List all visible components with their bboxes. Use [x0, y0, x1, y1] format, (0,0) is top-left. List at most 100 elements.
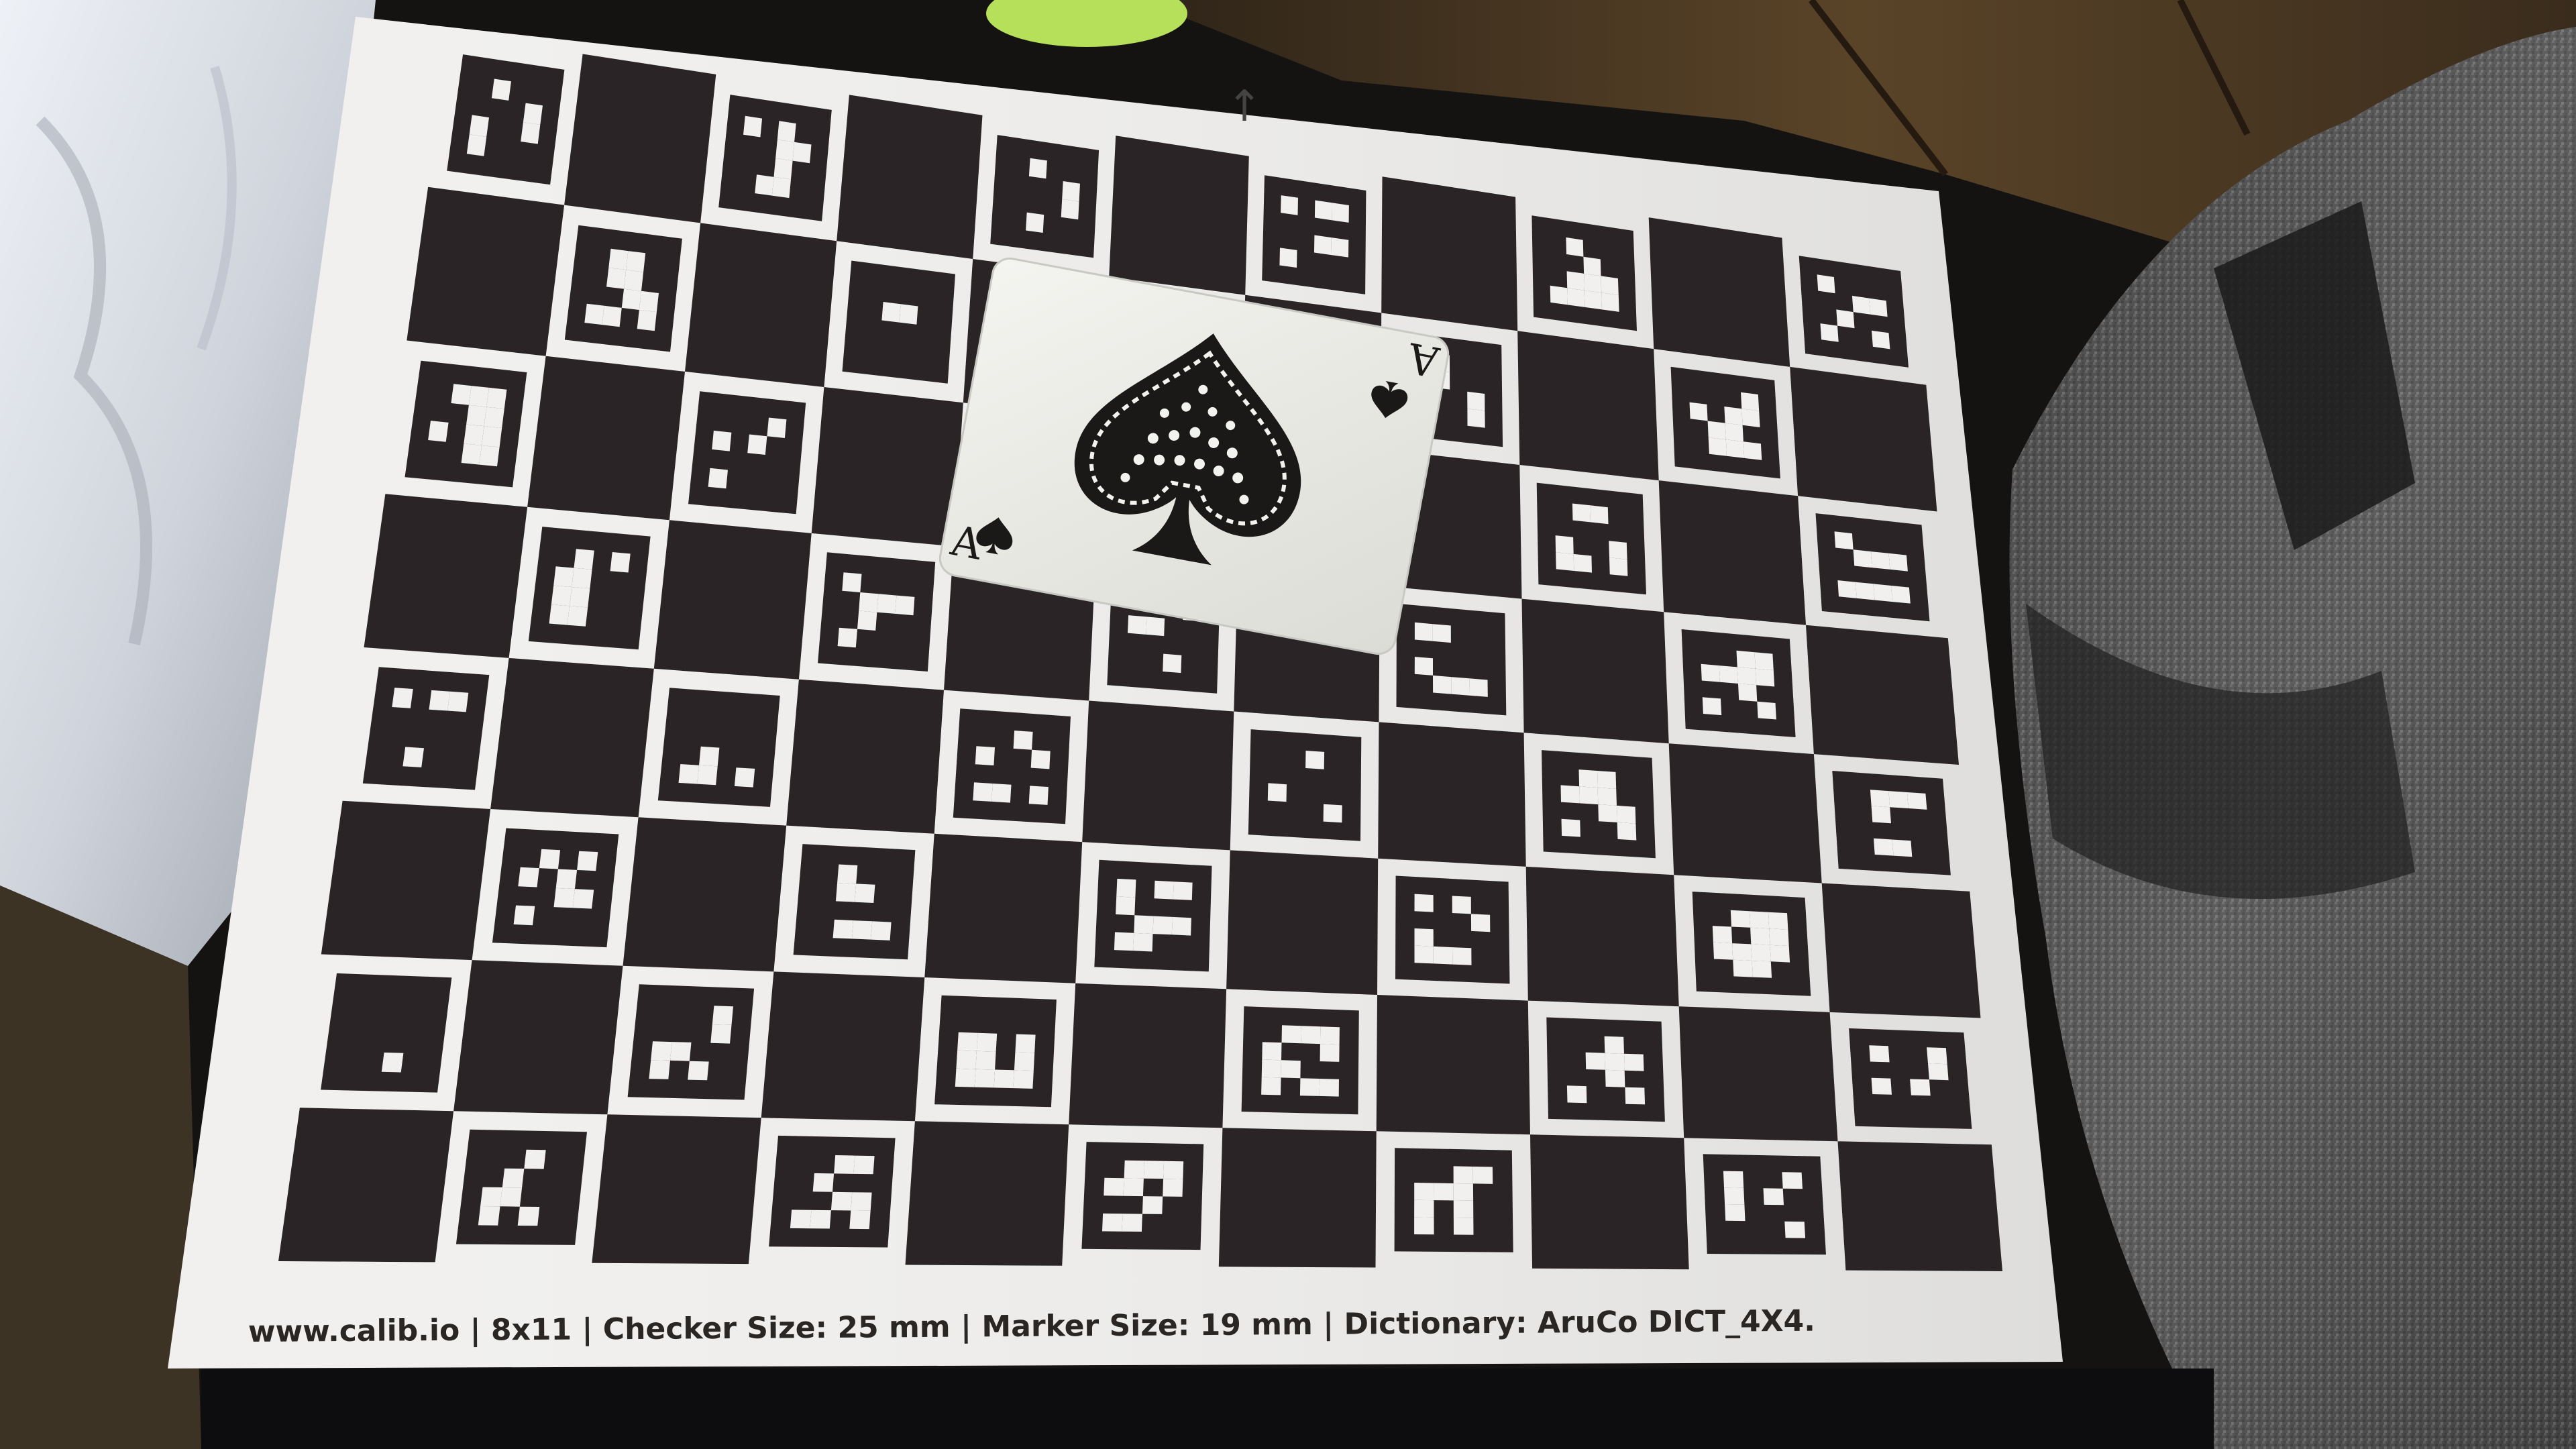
checker-square [761, 971, 925, 1122]
aruco-bit [1146, 616, 1165, 637]
photo-canvas: ↑ www.calib.io | 8x11 | Checker Size: 25… [0, 0, 2576, 1449]
aruco-bit [574, 549, 594, 570]
aruco-bit [810, 1210, 831, 1229]
aruco-bit [1154, 880, 1174, 900]
aruco-bit [1784, 1221, 1806, 1238]
aruco-bit [1853, 549, 1872, 568]
aruco-bit [1030, 749, 1051, 769]
aruco-bit [1873, 584, 1893, 602]
aruco-bit [1434, 1183, 1454, 1201]
aruco-bit [464, 424, 484, 445]
aruco-bit [1871, 551, 1890, 570]
checker-square [1218, 1128, 1377, 1268]
aruco-bit [1725, 1204, 1746, 1222]
aruco-bit [1617, 805, 1636, 824]
aruco-bit [1414, 945, 1434, 964]
aruco-bit [626, 251, 646, 272]
aruco-bit [849, 1210, 871, 1230]
aruco-bit [1163, 1161, 1184, 1179]
aruco-bit [859, 592, 879, 612]
aruco-bit [428, 421, 449, 442]
aruco-bit [1026, 212, 1044, 233]
aruco-bit [670, 1042, 692, 1061]
aruco-bit [553, 566, 574, 587]
aruco-bit [1578, 769, 1598, 788]
checker-square [278, 1108, 454, 1263]
aruco-bit [521, 122, 541, 144]
aruco-bit [699, 746, 720, 767]
aruco-bit [1701, 663, 1720, 682]
aruco-marker [1241, 1006, 1359, 1115]
aruco-marker [447, 54, 565, 185]
aruco-bit [1713, 942, 1733, 960]
aruco-bit [678, 764, 699, 784]
aruco-bit [429, 690, 450, 711]
aruco-bit [743, 115, 763, 138]
checker-square [453, 960, 623, 1115]
aruco-bit [1133, 932, 1153, 952]
aruco-bit [1738, 684, 1758, 702]
aruco-bit [790, 1210, 812, 1229]
aruco-bit [1279, 248, 1297, 268]
checker-square [1837, 1141, 2002, 1271]
aruco-bit [1314, 235, 1332, 256]
aruco-bit [1856, 582, 1875, 600]
aruco-bit [1163, 653, 1182, 674]
aruco-bit [1267, 783, 1287, 802]
aruco-bit [1143, 1161, 1165, 1179]
aruco-bit [1015, 1034, 1036, 1053]
aruco-bit [478, 1206, 500, 1226]
aruco-bit [381, 1053, 404, 1073]
aruco-bit [1769, 928, 1789, 947]
aruco-bit [775, 140, 795, 161]
aruco-bit [1299, 1078, 1320, 1096]
aruco-bit [1871, 806, 1891, 824]
checker-square [1790, 366, 1937, 512]
aruco-bit [570, 587, 590, 608]
aruco-bit [1566, 1085, 1587, 1104]
aruco-bit [834, 1155, 855, 1174]
aruco-marker [1832, 771, 1951, 875]
aruco-bit [1152, 916, 1173, 935]
aruco-bit [1123, 1178, 1144, 1197]
aruco-bit [1624, 1053, 1644, 1071]
aruco-bit [1874, 838, 1894, 856]
aruco-bit [1173, 881, 1193, 900]
aruco-bit [1451, 677, 1470, 696]
aruco-bit [871, 921, 892, 941]
checker-square [1648, 217, 1790, 367]
aruco-bit [1261, 1059, 1281, 1078]
aruco-bit [447, 691, 469, 712]
checker-square [364, 494, 528, 658]
aruco-bit [1741, 409, 1760, 427]
aruco-bit [1414, 928, 1434, 947]
aruco-bit [1601, 276, 1619, 295]
aruco-bit [792, 142, 812, 164]
aruco-bit [1752, 961, 1772, 978]
aruco-bit [1414, 894, 1434, 912]
aruco-bit [1820, 323, 1839, 342]
aruco-bit [1566, 271, 1585, 290]
aruco-bit [1320, 1026, 1340, 1045]
aruco-bit [1566, 237, 1584, 257]
aruco-bit [479, 445, 500, 467]
aruco-bit [1869, 1045, 1890, 1063]
aruco-bit [1888, 553, 1908, 572]
aruco-bit [1281, 195, 1298, 215]
aruco-bit [1754, 652, 1774, 670]
aruco-bit [1319, 1079, 1339, 1097]
aruco-bit [851, 1192, 872, 1211]
checker-square [1530, 1134, 1689, 1270]
aruco-bit [517, 1206, 540, 1226]
aruco-bit [572, 568, 592, 589]
aruco-bit [1467, 391, 1485, 411]
aruco-bit [957, 1032, 978, 1051]
checker-square [564, 54, 716, 223]
aruco-bit [1605, 1069, 1625, 1087]
aruco-bit [491, 78, 511, 101]
aruco-bit [1114, 932, 1134, 951]
aruco-bit [1736, 650, 1756, 669]
checker-square [685, 223, 837, 387]
aruco-bit [1751, 944, 1771, 962]
aruco-bit [1561, 818, 1580, 837]
